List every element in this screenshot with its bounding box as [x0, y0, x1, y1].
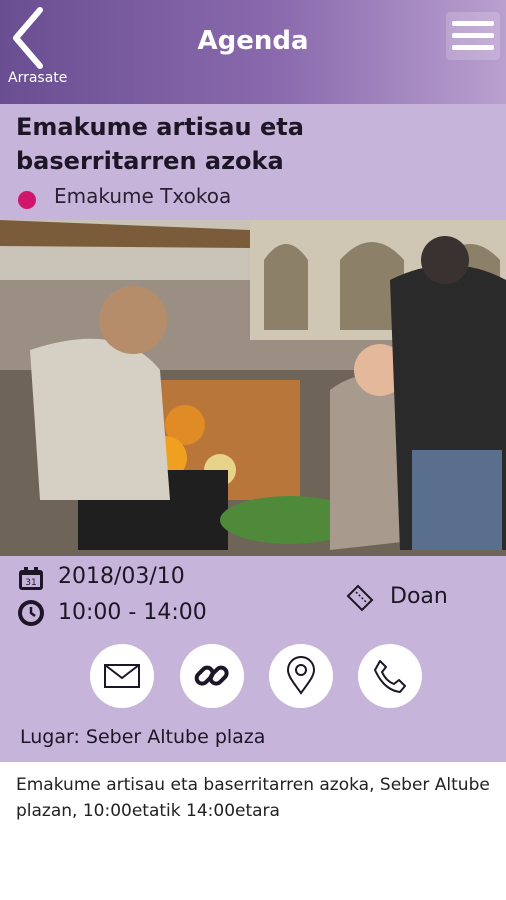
svg-text:31: 31	[25, 578, 36, 588]
page-title: Agenda	[197, 26, 309, 56]
category-label: Emakume Txokoa	[54, 184, 232, 208]
event-price: Doan	[390, 584, 448, 609]
link-icon	[194, 665, 229, 686]
phone-icon	[374, 660, 406, 693]
location-pin-icon	[286, 656, 316, 695]
event-header: Emakume artisau eta baserritarren azoka …	[0, 104, 506, 220]
location-button[interactable]	[269, 644, 333, 708]
phone-button[interactable]	[358, 644, 422, 708]
menu-button[interactable]	[446, 12, 500, 60]
event-date: 2018/03/10	[58, 564, 185, 589]
event-info-panel: 31 2018/03/10 10:00 - 14:00 Doan Lugar: …	[0, 556, 506, 762]
event-title: Emakume artisau eta baserritarren azoka	[16, 113, 304, 175]
clock-icon	[18, 600, 44, 626]
back-label: Arrasate	[8, 70, 68, 86]
event-description: Emakume artisau eta baserritarren azoka,…	[16, 775, 490, 821]
link-button[interactable]	[180, 644, 244, 708]
app-header: Arrasate Agenda	[0, 0, 506, 104]
event-place: Lugar: Seber Altube plaza	[20, 726, 266, 748]
event-photo	[0, 220, 506, 556]
market-photo-image	[0, 220, 506, 556]
category-dot	[18, 191, 36, 209]
mail-button[interactable]	[90, 644, 154, 708]
event-time: 10:00 - 14:00	[58, 600, 207, 625]
mail-icon	[104, 664, 140, 688]
calendar-icon: 31	[19, 567, 43, 590]
ticket-icon	[346, 584, 374, 612]
